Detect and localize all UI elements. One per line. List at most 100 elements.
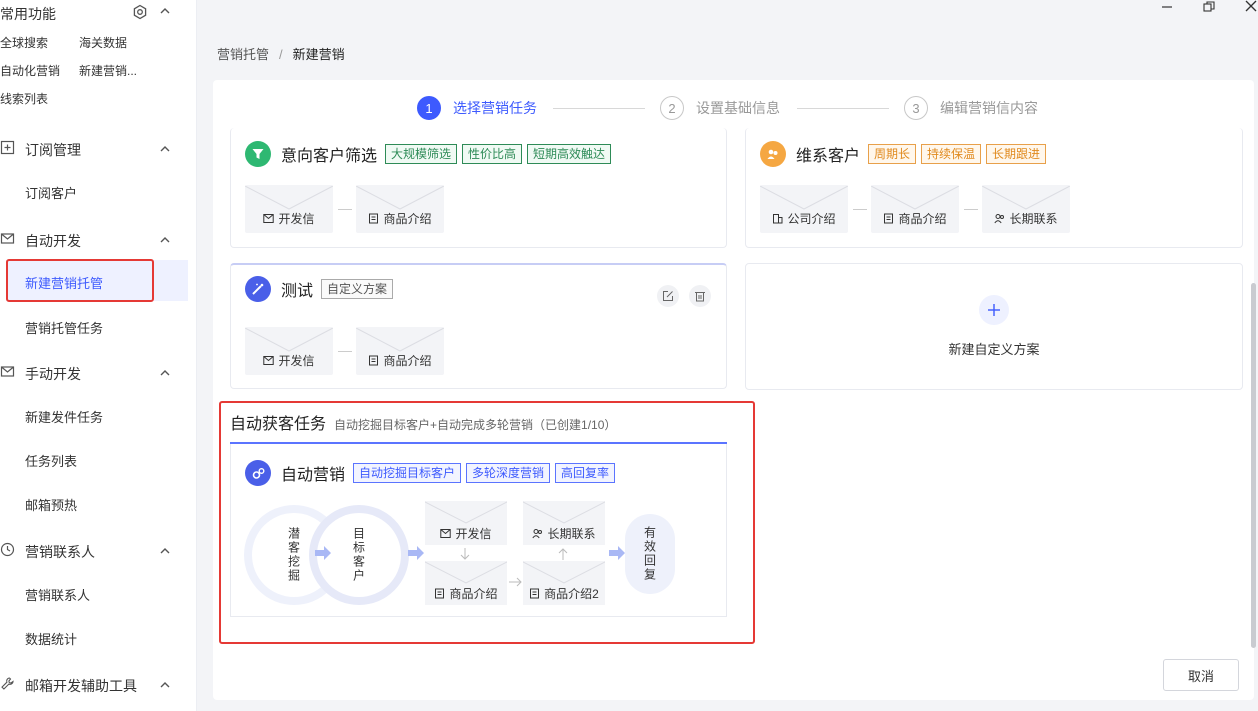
section-auto-development[interactable]: 自动开发 xyxy=(25,231,81,251)
connector xyxy=(853,209,867,210)
highlight-box xyxy=(219,401,755,644)
contacts-icon xyxy=(994,214,1005,224)
minimize-icon[interactable] xyxy=(1160,0,1174,14)
restore-icon[interactable] xyxy=(1202,0,1216,14)
sidebar-item-subscribed-customers[interactable]: 订阅客户 xyxy=(25,183,77,202)
step-1: 1 选择营销任务 xyxy=(417,96,537,120)
step-2: 2 设置基础信息 xyxy=(660,96,780,120)
step-3: 3 编辑营销信内容 xyxy=(904,96,1038,120)
card-header: 测试 自定义方案 xyxy=(245,276,398,302)
step-label: 编辑营销信内容 xyxy=(940,100,1038,116)
tag: 持续保温 xyxy=(921,144,982,164)
document-icon xyxy=(369,355,379,366)
chevron-up-icon[interactable] xyxy=(158,366,172,380)
chevron-up-icon[interactable] xyxy=(158,142,172,156)
envelope-label: 长期联系 xyxy=(1009,212,1058,226)
step-label: 选择营销任务 xyxy=(453,100,537,116)
gear-icon[interactable] xyxy=(132,4,148,20)
tag: 大规模筛选 xyxy=(385,144,458,164)
new-custom-plan-card[interactable]: 新建自定义方案 xyxy=(745,263,1243,390)
sidebar-item-mailbox-warmup[interactable]: 邮箱预热 xyxy=(25,495,77,514)
step-label: 设置基础信息 xyxy=(696,100,780,116)
plus-icon xyxy=(979,295,1009,325)
quick-link-customs-data[interactable]: 海关数据 xyxy=(79,34,127,51)
tag: 自定义方案 xyxy=(321,279,394,299)
step-connector xyxy=(553,108,645,109)
chevron-up-icon[interactable] xyxy=(158,4,172,18)
card-maintain-customers[interactable]: 维系客户 周期长 持续保温 长期跟进 公司介绍 商品介绍 长期联系 xyxy=(745,128,1243,248)
quick-link-leads-list[interactable]: 线索列表 xyxy=(0,90,48,107)
step-number: 3 xyxy=(904,96,928,120)
sidebar-item-new-send-task[interactable]: 新建发件任务 xyxy=(25,407,103,426)
envelope-label: 商品介绍 xyxy=(383,212,432,226)
tag: 短期高效触达 xyxy=(527,144,612,164)
scrollbar[interactable] xyxy=(1251,283,1256,648)
new-custom-plan-label: 新建自定义方案 xyxy=(948,342,1040,357)
envelope-card: 公司介绍 xyxy=(760,185,848,233)
step-number: 1 xyxy=(417,96,441,120)
quick-link-new-marketing[interactable]: 新建营销... xyxy=(79,62,137,79)
card-header: 意向客户筛选 大规模筛选 性价比高 短期高效触达 xyxy=(245,141,616,167)
breadcrumb-current: 新建营销 xyxy=(292,47,345,62)
mail-icon xyxy=(263,356,275,365)
delete-button[interactable] xyxy=(689,285,711,307)
envelope-card: 开发信 xyxy=(245,185,333,233)
chevron-up-icon[interactable] xyxy=(158,233,172,247)
document-icon xyxy=(369,213,379,224)
section-marketing-contacts[interactable]: 营销联系人 xyxy=(25,542,95,562)
card-title: 测试 xyxy=(281,283,314,300)
quick-link-global-search[interactable]: 全球搜索 xyxy=(0,34,48,51)
document-icon xyxy=(884,213,894,224)
sidebar: 常用功能 全球搜索 海关数据 自动化营销 新建营销... 线索列表 订阅管理 订… xyxy=(0,0,197,711)
wand-icon xyxy=(245,276,271,302)
breadcrumb-parent[interactable]: 营销托管 xyxy=(217,47,269,62)
card-title: 维系客户 xyxy=(796,148,861,165)
quick-functions-title: 常用功能 xyxy=(0,6,56,22)
sidebar-item-marketing-contacts[interactable]: 营销联系人 xyxy=(25,585,90,604)
subscription-icon xyxy=(0,140,15,155)
company-icon xyxy=(773,214,783,224)
card-header: 维系客户 周期长 持续保温 长期跟进 xyxy=(760,141,1051,167)
cancel-button[interactable]: 取消 xyxy=(1163,659,1239,691)
mail-icon xyxy=(263,214,275,223)
connector xyxy=(338,351,352,352)
edit-button[interactable] xyxy=(657,285,679,307)
sidebar-item-task-list[interactable]: 任务列表 xyxy=(25,451,77,470)
mail-icon xyxy=(0,233,15,244)
envelope-card: 商品介绍 xyxy=(356,327,444,375)
tag: 性价比高 xyxy=(462,144,523,164)
quick-link-automation-marketing[interactable]: 自动化营销 xyxy=(0,62,60,79)
envelope-label: 开发信 xyxy=(278,354,315,368)
clock-icon xyxy=(0,542,15,557)
envelope-label: 商品介绍 xyxy=(383,354,432,368)
breadcrumb: 营销托管 / 新建营销 xyxy=(217,44,345,63)
trash-icon xyxy=(695,292,705,302)
chevron-up-icon[interactable] xyxy=(158,678,172,692)
sidebar-item-marketing-hosting-tasks[interactable]: 营销托管任务 xyxy=(25,318,103,337)
step-connector xyxy=(797,108,889,109)
filter-icon xyxy=(245,141,271,167)
sidebar-item-data-statistics[interactable]: 数据统计 xyxy=(25,629,77,648)
close-icon[interactable] xyxy=(1244,0,1258,14)
card-intent-customer-filter[interactable]: 意向客户筛选 大规模筛选 性价比高 短期高效触达 开发信 商品介绍 xyxy=(230,128,727,248)
connector xyxy=(964,209,978,210)
section-mailbox-tools[interactable]: 邮箱开发辅助工具 xyxy=(25,676,137,696)
breadcrumb-separator: / xyxy=(279,47,283,62)
card-title: 意向客户筛选 xyxy=(281,148,378,165)
connector xyxy=(338,209,352,210)
tag: 周期长 xyxy=(868,144,917,164)
highlight-box xyxy=(6,259,154,302)
card-test[interactable]: 测试 自定义方案 开发信 商品介绍 xyxy=(230,263,727,389)
tag: 长期跟进 xyxy=(986,144,1047,164)
envelope-label: 商品介绍 xyxy=(898,212,947,226)
envelope-card: 长期联系 xyxy=(982,185,1070,233)
wrench-icon xyxy=(1,677,14,690)
envelope-card: 商品介绍 xyxy=(356,185,444,233)
section-subscription[interactable]: 订阅管理 xyxy=(25,140,81,160)
envelope-card: 商品介绍 xyxy=(871,185,959,233)
chevron-up-icon[interactable] xyxy=(158,544,172,558)
section-manual-development[interactable]: 手动开发 xyxy=(25,364,81,384)
edit-icon xyxy=(663,291,673,301)
envelope-label: 公司介绍 xyxy=(787,212,836,226)
send-mail-icon xyxy=(0,366,15,377)
